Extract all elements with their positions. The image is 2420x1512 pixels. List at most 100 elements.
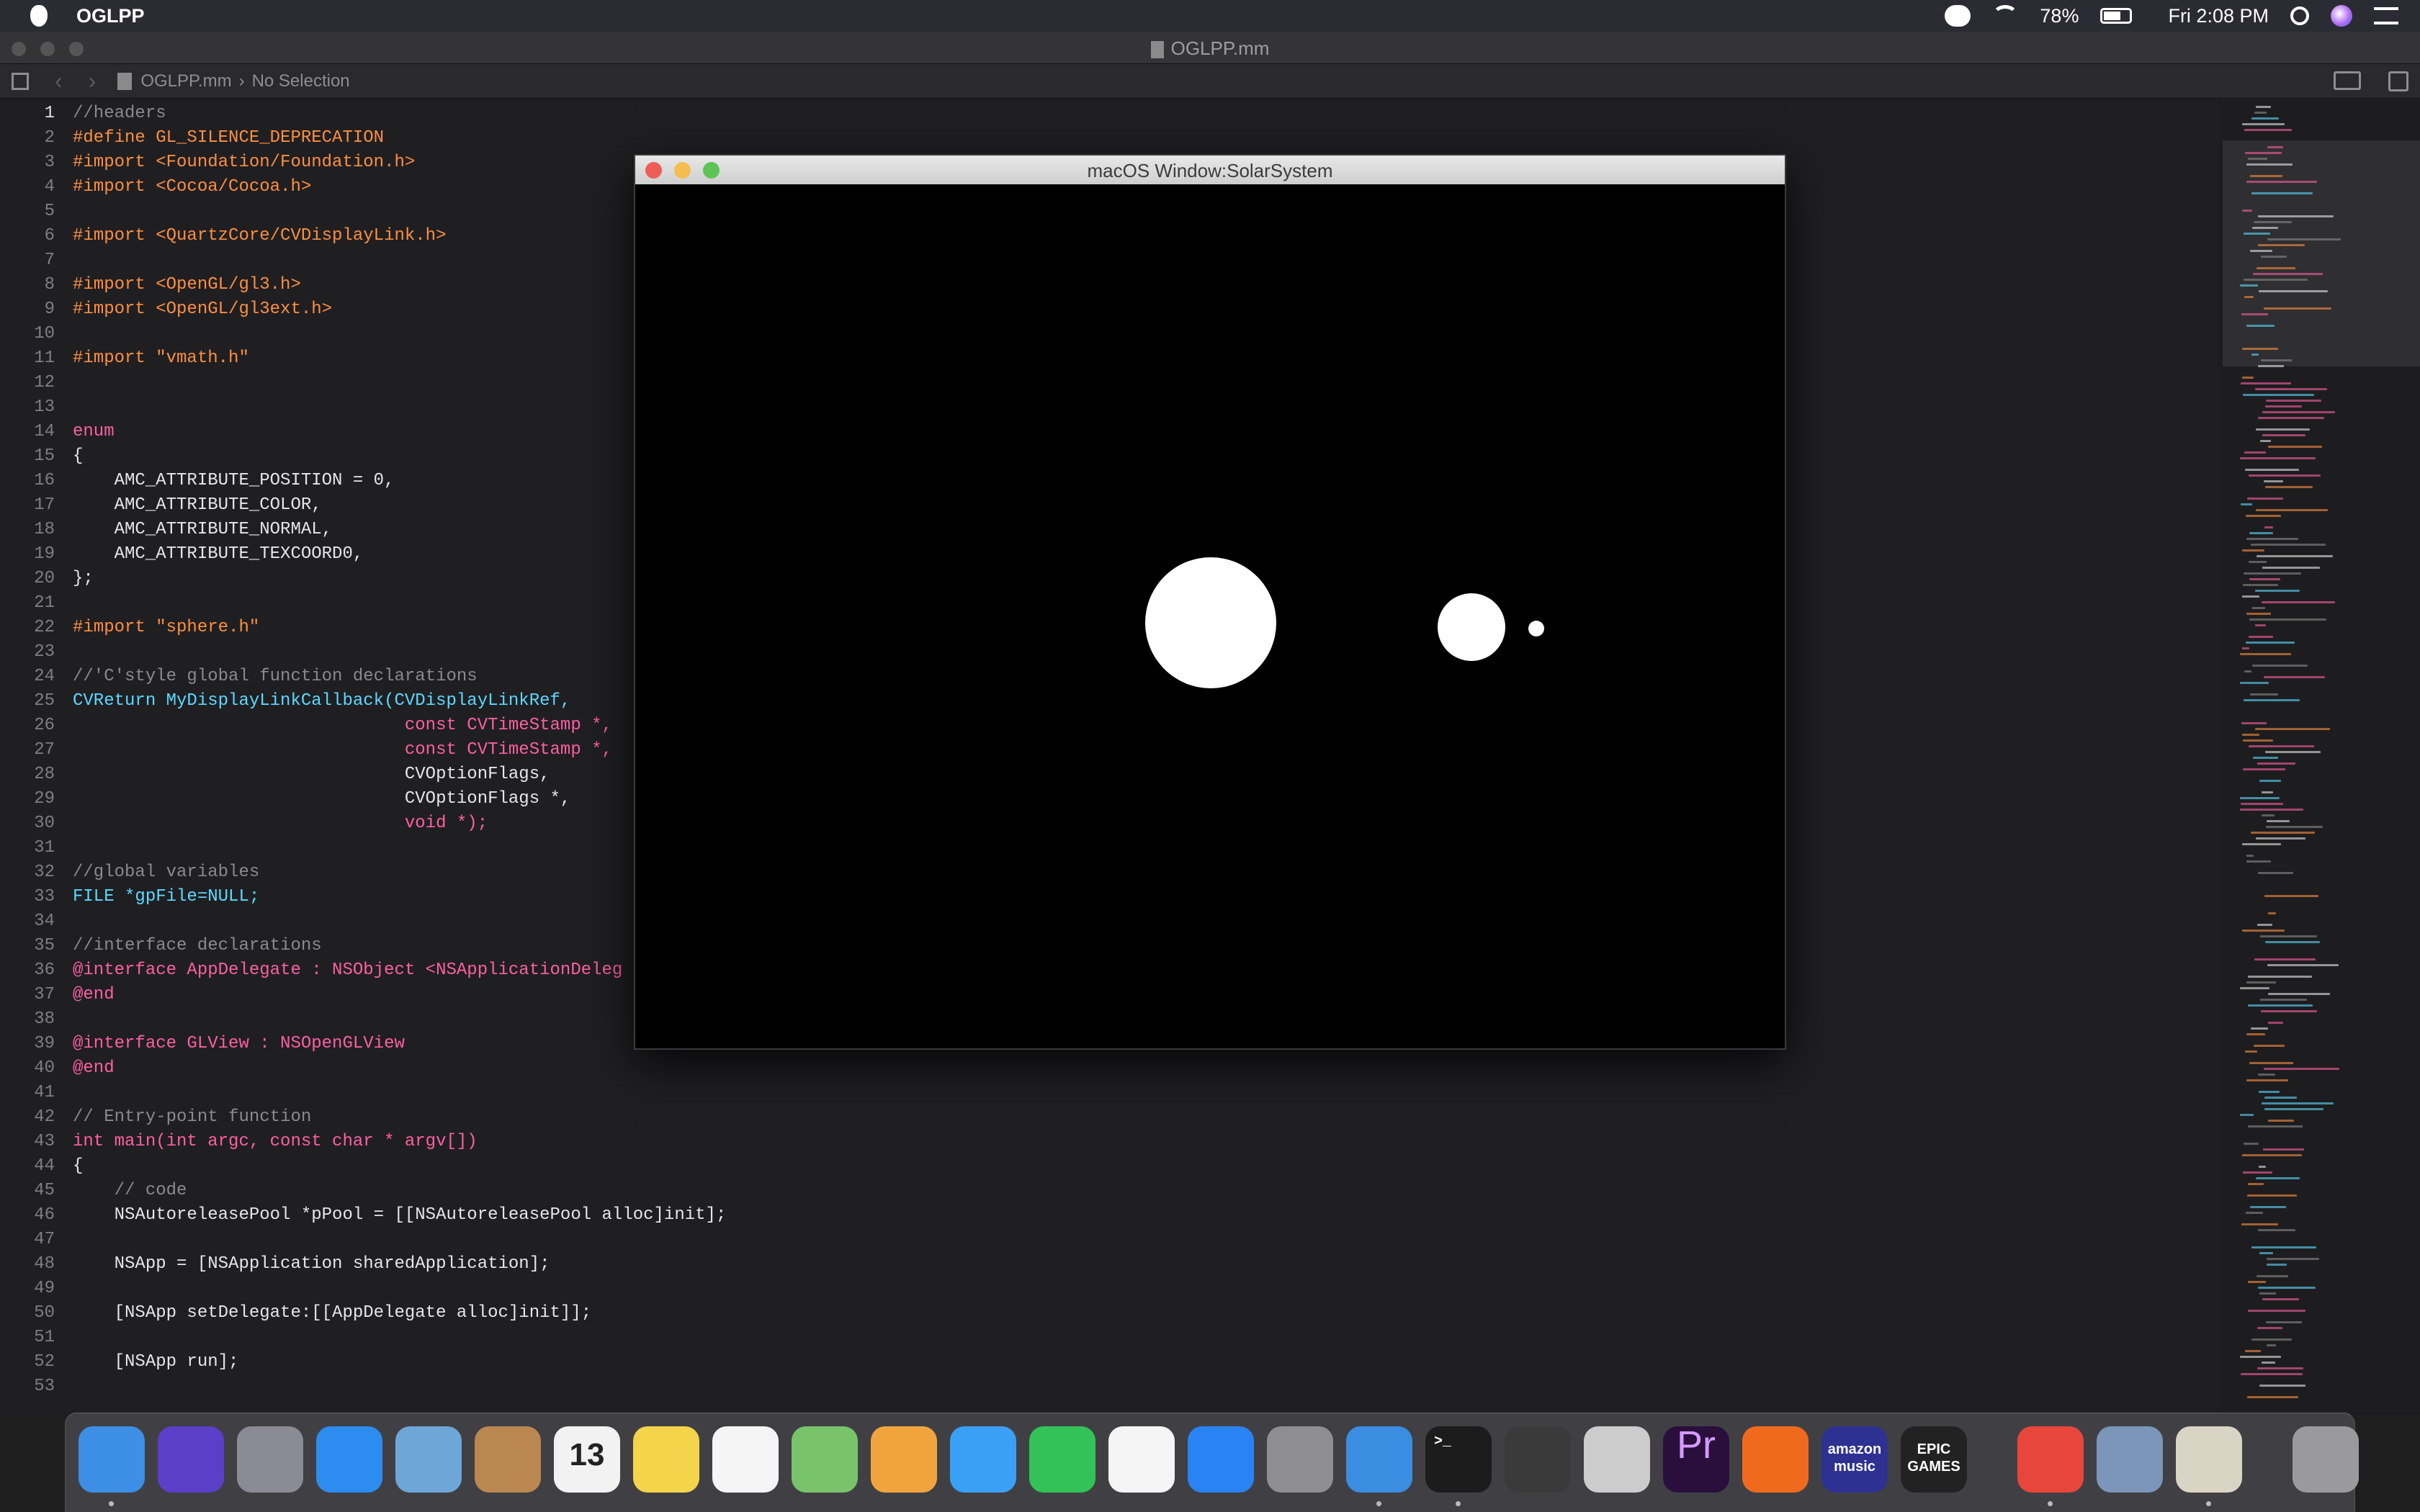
line-number: 10 xyxy=(34,324,55,343)
code-text: @end xyxy=(73,1058,115,1078)
anydesk-icon[interactable] xyxy=(2017,1426,2084,1493)
battery-percent: 78% xyxy=(2040,4,2079,27)
code-line[interactable]: 1 //headers xyxy=(0,102,2218,126)
minimap-line xyxy=(2249,636,2273,638)
minimap-line xyxy=(2244,1143,2259,1145)
code-line[interactable]: 43 int main(int argc, const char * argv[]… xyxy=(0,1130,2218,1154)
code-line[interactable]: 49 xyxy=(0,1277,2218,1301)
sun-sphere xyxy=(1145,557,1276,688)
minimap-line xyxy=(2242,123,2285,125)
terminal-icon[interactable]: >_ xyxy=(1425,1426,1492,1493)
facetime-icon[interactable] xyxy=(1029,1426,1095,1493)
minimap-line xyxy=(2247,1396,2298,1398)
trash-icon[interactable] xyxy=(2293,1426,2359,1493)
apple-menu-icon[interactable] xyxy=(30,5,48,27)
inspector-toggle-icon[interactable] xyxy=(2388,71,2408,91)
line-number: 7 xyxy=(44,251,55,270)
minimap-line xyxy=(2240,797,2280,799)
epic-games-icon[interactable]: EPIC GAMES xyxy=(1901,1426,1967,1493)
premiere-label: Pr xyxy=(1677,1423,1716,1467)
line-number: 40 xyxy=(34,1058,55,1078)
notification-center-icon[interactable] xyxy=(2374,7,2398,24)
code-line[interactable]: 46 NSAutoreleasePool *pPool = [[NSAutore… xyxy=(0,1203,2218,1228)
creative-cloud-icon[interactable] xyxy=(1945,5,1971,27)
line-number: 21 xyxy=(34,593,55,613)
forward-arrow-icon[interactable]: › xyxy=(89,68,97,94)
gl-render-area[interactable] xyxy=(635,184,1785,1048)
xcode-icon[interactable] xyxy=(1346,1426,1412,1493)
code-text: #import <Foundation/Foundation.h> xyxy=(73,153,416,172)
app-store-icon[interactable] xyxy=(1188,1426,1254,1493)
line-number: 23 xyxy=(34,642,55,662)
system-preferences-icon[interactable] xyxy=(1267,1426,1333,1493)
code-line[interactable]: 51 xyxy=(0,1326,2218,1350)
clock[interactable]: Fri 2:08 PM xyxy=(2168,5,2269,27)
code-line[interactable]: 50 [NSApp setDelegate:[[AppDelegate allo… xyxy=(0,1301,2218,1326)
minimap-line xyxy=(2245,1050,2257,1053)
mail-icon[interactable] xyxy=(395,1426,462,1493)
minimap-line xyxy=(2242,734,2259,736)
code-line[interactable]: 41 xyxy=(0,1081,2218,1105)
code-line[interactable]: 40 @end xyxy=(0,1056,2218,1081)
app-name-menu[interactable]: OGLPP xyxy=(76,5,145,27)
code-line[interactable]: 47 xyxy=(0,1228,2218,1252)
minimap[interactable] xyxy=(2218,100,2420,1414)
maps-icon[interactable] xyxy=(792,1426,858,1493)
code-text: // Entry-point function xyxy=(73,1107,312,1127)
premiere-icon[interactable]: Pr xyxy=(1663,1426,1729,1493)
music-icon[interactable] xyxy=(1108,1426,1175,1493)
code-text: void *); xyxy=(73,814,488,833)
minimap-line xyxy=(2264,307,2331,310)
safari-icon[interactable] xyxy=(316,1426,382,1493)
minimap-line xyxy=(2264,480,2283,482)
battery-icon[interactable] xyxy=(2100,8,2133,24)
contacts-icon[interactable] xyxy=(475,1426,541,1493)
preview-icon[interactable] xyxy=(2097,1426,2163,1493)
back-arrow-icon[interactable]: ‹ xyxy=(55,68,63,94)
minimap-line xyxy=(2246,860,2271,863)
spotlight-search-icon[interactable] xyxy=(2290,6,2309,25)
minimap-line xyxy=(2251,1338,2292,1341)
breadcrumb-selection[interactable]: No Selection xyxy=(252,71,350,91)
code-text: #import <QuartzCore/CVDisplayLink.h> xyxy=(73,226,447,246)
minimap-line xyxy=(2241,1223,2278,1225)
code-text: #import <OpenGL/gl3.h> xyxy=(73,275,301,294)
finder-icon[interactable] xyxy=(79,1426,145,1493)
related-items-icon[interactable] xyxy=(12,72,29,90)
code-line[interactable]: 42 // Entry-point function xyxy=(0,1105,2218,1130)
line-number: 32 xyxy=(34,863,55,882)
notes-icon[interactable] xyxy=(633,1426,699,1493)
minimap-line xyxy=(2241,803,2283,805)
instruments-icon[interactable] xyxy=(2176,1426,2242,1493)
launchpad-icon[interactable] xyxy=(237,1426,303,1493)
firefox-icon[interactable] xyxy=(1742,1426,1809,1493)
siri-icon[interactable] xyxy=(158,1426,224,1493)
calendar-icon[interactable]: 13 xyxy=(554,1426,620,1493)
minimap-line xyxy=(2253,757,2278,759)
minimap-line xyxy=(2260,440,2271,442)
code-line[interactable]: 45 // code xyxy=(0,1179,2218,1203)
editor-options-icon[interactable] xyxy=(2334,71,2361,90)
code-text: #import "vmath.h" xyxy=(73,348,249,368)
code-line[interactable]: 53 xyxy=(0,1374,2218,1399)
wifi-icon[interactable] xyxy=(1992,5,2019,27)
photos-icon[interactable] xyxy=(871,1426,937,1493)
amazon-music-icon[interactable]: amazon music xyxy=(1821,1426,1888,1493)
minimap-line xyxy=(2246,613,2271,615)
minimap-line xyxy=(2262,567,2320,569)
messages-icon[interactable] xyxy=(950,1426,1016,1493)
code-text: AMC_ATTRIBUTE_NORMAL, xyxy=(73,520,333,539)
final-cut-icon[interactable] xyxy=(1505,1426,1571,1493)
minimap-line xyxy=(2260,935,2317,937)
breadcrumb-file[interactable]: OGLPP.mm xyxy=(140,71,231,91)
code-line[interactable]: 2 #define GL_SILENCE_DEPRECATION xyxy=(0,126,2218,150)
minimap-line xyxy=(2244,572,2301,575)
siri-icon[interactable] xyxy=(2331,5,2352,27)
reminders-icon[interactable] xyxy=(712,1426,779,1493)
line-number: 5 xyxy=(44,202,55,221)
code-line[interactable]: 52 [NSApp run]; xyxy=(0,1350,2218,1374)
running-indicator xyxy=(109,1501,114,1506)
code-line[interactable]: 44 { xyxy=(0,1154,2218,1179)
code-line[interactable]: 48 NSApp = [NSApplication sharedApplicat… xyxy=(0,1252,2218,1277)
disk-utility-icon[interactable] xyxy=(1584,1426,1650,1493)
